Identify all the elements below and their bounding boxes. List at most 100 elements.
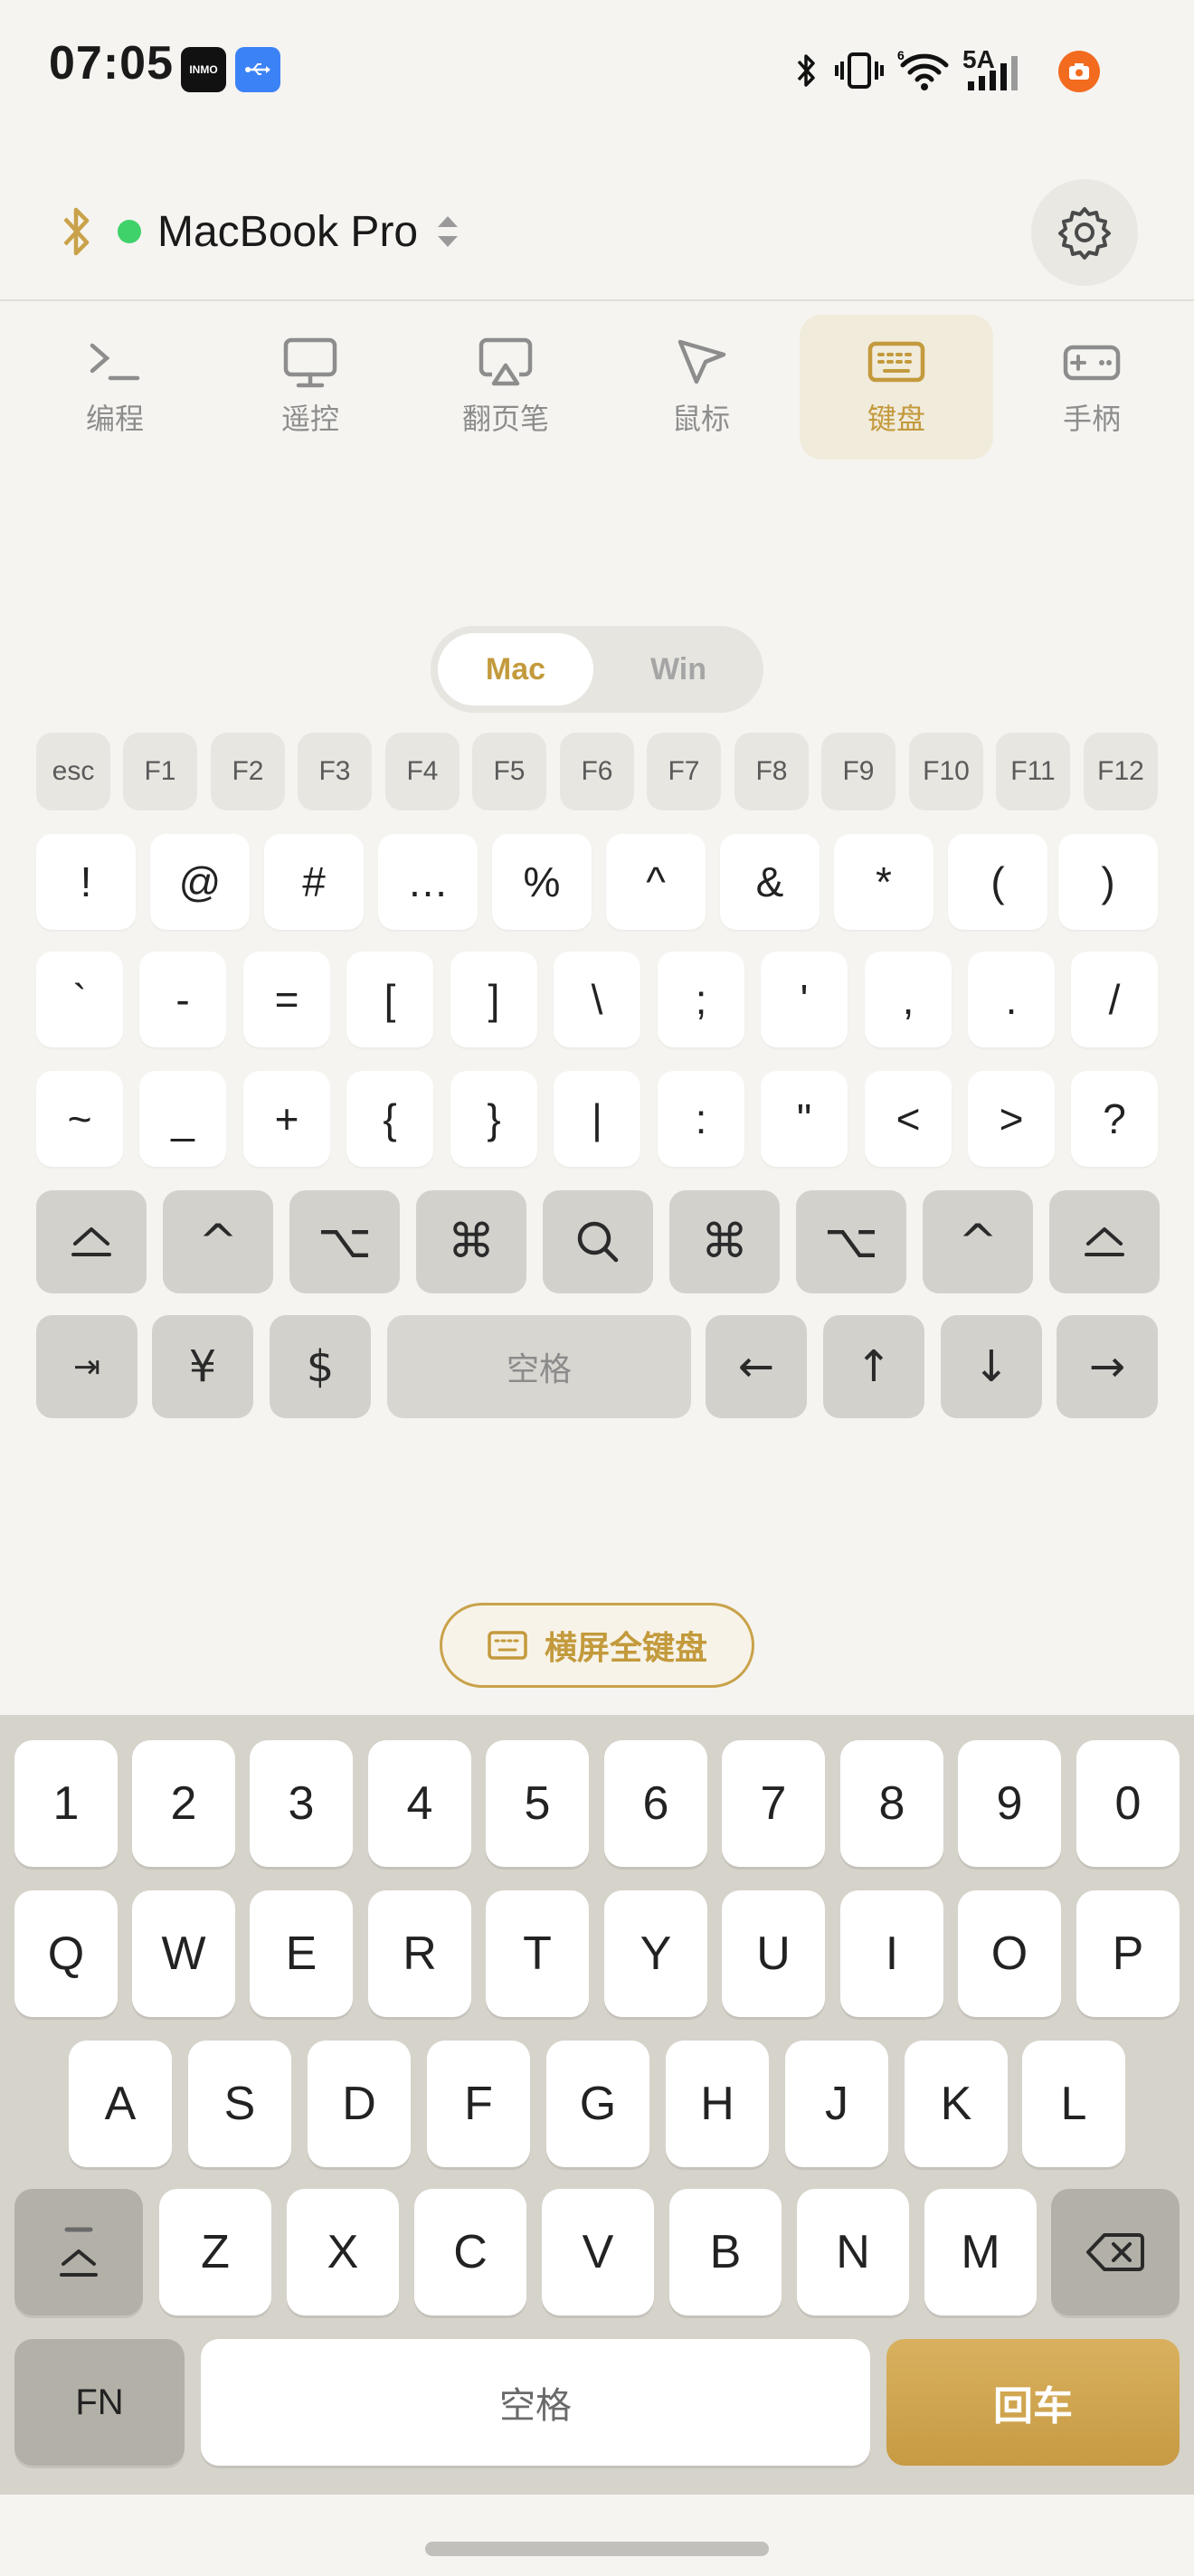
ime-key-m[interactable]: M [924,2189,1037,2316]
ime-key-9[interactable]: 9 [958,1740,1061,1867]
key-slash[interactable]: / [1071,952,1158,1047]
ime-key-k[interactable]: K [905,2041,1008,2167]
tab-keyboard[interactable]: 键盘 [800,315,993,459]
ime-enter-key[interactable]: 回车 [886,2339,1180,2466]
key-arrow-left[interactable]: ← [706,1315,807,1418]
ime-key-r[interactable]: R [368,1890,471,2017]
key-hash[interactable]: # [264,834,364,930]
ime-key-6[interactable]: 6 [604,1740,707,1867]
key-arrow-down[interactable]: ↓ [941,1315,1042,1418]
ime-key-y[interactable]: Y [604,1890,707,2017]
ime-shift-key[interactable] [14,2189,143,2316]
key-esc[interactable]: esc [36,733,110,810]
key-arrow-right[interactable]: → [1057,1315,1158,1418]
key-at[interactable]: @ [150,834,250,930]
key-paren-right[interactable]: ) [1058,834,1158,930]
landscape-keyboard-button[interactable]: 横屏全键盘 [440,1603,754,1688]
key-percent[interactable]: % [492,834,592,930]
ime-key-5[interactable]: 5 [486,1740,589,1867]
key-space-mac[interactable]: 空格 [387,1315,691,1418]
key-exclaim[interactable]: ! [36,834,136,930]
key-bracket-left[interactable]: [ [346,952,433,1047]
key-quote[interactable]: ' [761,952,848,1047]
ime-key-0[interactable]: 0 [1076,1740,1180,1867]
key-greater-than[interactable]: > [968,1071,1055,1167]
key-paren-left[interactable]: ( [948,834,1047,930]
ime-key-f[interactable]: F [427,2041,530,2167]
ime-key-s[interactable]: S [188,2041,291,2167]
key-plus[interactable]: + [243,1071,330,1167]
ime-key-x[interactable]: X [287,2189,399,2316]
key-f4[interactable]: F4 [385,733,460,810]
key-brace-left[interactable]: { [346,1071,433,1167]
key-tab[interactable]: ⇥ [36,1315,137,1418]
ime-key-q[interactable]: Q [14,1890,118,2017]
tab-programming[interactable]: 编程 [18,315,212,459]
key-command-right[interactable]: ⌘ [669,1190,780,1293]
key-shift-right[interactable] [1049,1190,1160,1293]
ime-key-w[interactable]: W [132,1890,235,2017]
key-asterisk[interactable]: * [834,834,933,930]
key-pipe[interactable]: | [554,1071,640,1167]
ime-key-o[interactable]: O [958,1890,1061,2017]
ime-key-z[interactable]: Z [159,2189,271,2316]
home-indicator[interactable] [425,2542,769,2556]
key-f3[interactable]: F3 [298,733,372,810]
ime-key-2[interactable]: 2 [132,1740,235,1867]
key-dollar[interactable]: $ [270,1315,371,1418]
ime-key-p[interactable]: P [1076,1890,1180,2017]
ime-key-v[interactable]: V [542,2189,654,2316]
key-comma[interactable]: , [865,952,952,1047]
key-f6[interactable]: F6 [560,733,634,810]
ime-space-key[interactable]: 空格 [201,2339,870,2466]
ime-backspace-key[interactable] [1051,2189,1180,2316]
ime-key-a[interactable]: A [69,2041,172,2167]
ime-key-n[interactable]: N [797,2189,909,2316]
ime-fn-key[interactable]: FN [14,2339,185,2466]
key-tilde[interactable]: ~ [36,1071,123,1167]
device-selector[interactable]: MacBook Pro [58,195,461,268]
ime-key-7[interactable]: 7 [722,1740,825,1867]
key-double-quote[interactable]: " [761,1071,848,1167]
key-f10[interactable]: F10 [909,733,983,810]
tab-remote[interactable]: 遥控 [213,315,407,459]
key-ellipsis[interactable]: … [378,834,478,930]
key-bracket-right[interactable]: ] [450,952,537,1047]
tab-gamepad[interactable]: 手柄 [995,315,1189,459]
key-yen[interactable]: ¥ [152,1315,253,1418]
key-backslash[interactable]: \ [554,952,640,1047]
ime-key-3[interactable]: 3 [250,1740,353,1867]
key-shift-left[interactable] [36,1190,147,1293]
key-colon[interactable]: : [658,1071,744,1167]
ime-key-d[interactable]: D [308,2041,411,2167]
key-f7[interactable]: F7 [647,733,721,810]
key-option-right[interactable]: ⌥ [796,1190,906,1293]
ime-key-i[interactable]: I [840,1890,943,2017]
key-f8[interactable]: F8 [734,733,809,810]
key-f12[interactable]: F12 [1084,733,1158,810]
mac-option[interactable]: Mac [438,633,593,706]
key-control-right[interactable]: ^ [923,1190,1033,1293]
ime-key-8[interactable]: 8 [840,1740,943,1867]
win-option[interactable]: Win [601,633,756,706]
key-f5[interactable]: F5 [472,733,546,810]
ime-key-c[interactable]: C [414,2189,526,2316]
key-ampersand[interactable]: & [720,834,820,930]
key-option-left[interactable]: ⌥ [289,1190,400,1293]
key-f9[interactable]: F9 [821,733,896,810]
key-equals[interactable]: = [243,952,330,1047]
ime-key-4[interactable]: 4 [368,1740,471,1867]
ime-key-b[interactable]: B [669,2189,782,2316]
key-underscore[interactable]: _ [139,1071,226,1167]
ime-key-h[interactable]: H [666,2041,769,2167]
key-minus[interactable]: - [139,952,226,1047]
key-backtick[interactable]: ` [36,952,123,1047]
ime-key-1[interactable]: 1 [14,1740,118,1867]
key-caret[interactable]: ^ [606,834,706,930]
key-f2[interactable]: F2 [211,733,285,810]
key-control-left[interactable]: ^ [163,1190,273,1293]
key-less-than[interactable]: < [865,1071,952,1167]
ime-key-t[interactable]: T [486,1890,589,2017]
key-command-left[interactable]: ⌘ [416,1190,526,1293]
ime-key-l[interactable]: L [1022,2041,1125,2167]
